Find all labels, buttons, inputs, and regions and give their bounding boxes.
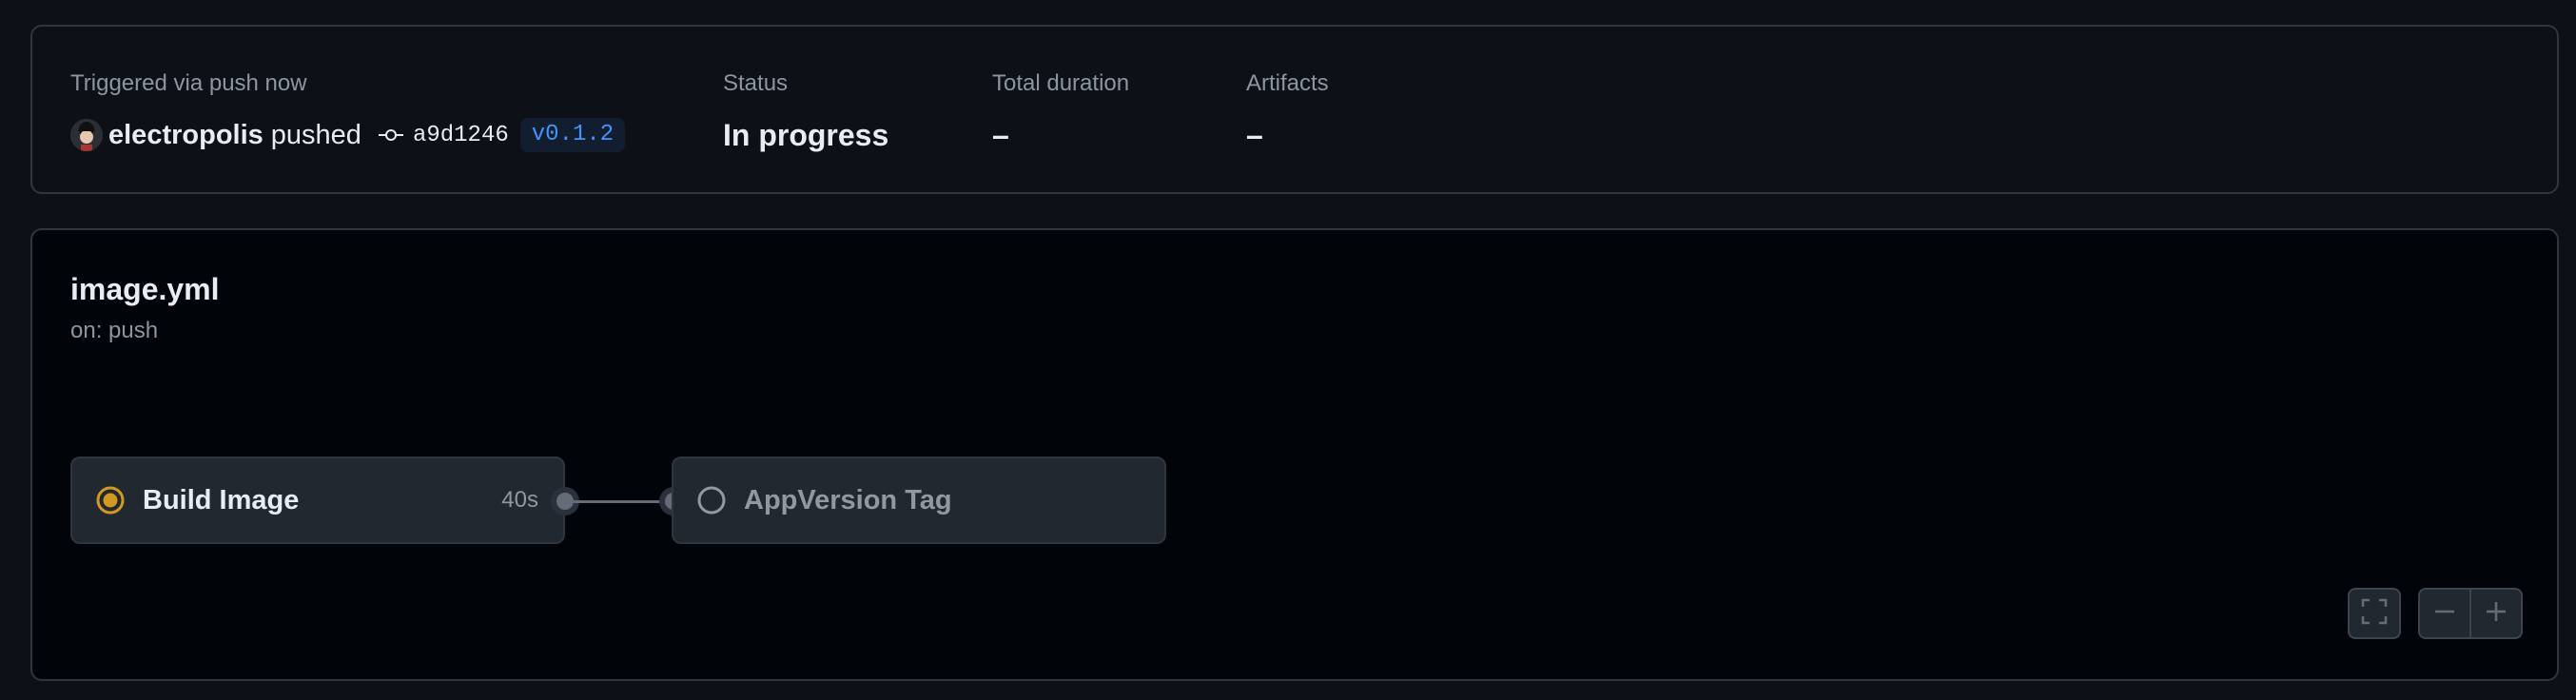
duration-value: –: [992, 118, 1009, 152]
zoom-in-icon: [2484, 599, 2508, 629]
zoom-in-button[interactable]: [2471, 590, 2521, 637]
zoom-out-button[interactable]: [2420, 590, 2469, 637]
job-build-image[interactable]: Build Image 40s: [70, 457, 565, 544]
workflow-file-name[interactable]: image.yml: [70, 272, 220, 307]
commit-sha-link[interactable]: a9d1246: [413, 123, 509, 148]
tag-badge[interactable]: v0.1.2: [519, 118, 626, 152]
job-duration: 40s: [501, 487, 538, 513]
push-info: electropolis pushed a9d1246 v0.1.2: [70, 116, 626, 154]
artifacts-value: –: [1246, 118, 1263, 152]
actor-link[interactable]: electropolis: [108, 120, 263, 151]
avatar[interactable]: [70, 119, 103, 151]
artifacts-label: Artifacts: [1246, 70, 1329, 96]
queued-icon: [696, 485, 727, 515]
duration-label: Total duration: [992, 70, 1130, 96]
job-connector: [574, 500, 665, 503]
workflow-graph-panel: image.yml on: push Build Image 40s AppVe…: [30, 228, 2559, 681]
status-label: Status: [723, 70, 789, 96]
job-appversion-tag[interactable]: AppVersion Tag: [672, 457, 1166, 544]
job-name: Build Image: [143, 484, 300, 515]
status-section: Status In progress: [723, 68, 888, 154]
workflow-trigger: on: push: [70, 318, 159, 343]
push-action-text: pushed: [270, 119, 361, 150]
job-output-port: [556, 493, 574, 510]
status-value: In progress: [723, 118, 889, 152]
fullscreen-icon: [2360, 597, 2389, 631]
trigger-section: Triggered via push now electropolis push…: [70, 68, 626, 154]
run-summary-panel: Triggered via push now electropolis push…: [30, 25, 2559, 194]
duration-section: Total duration –: [992, 68, 1129, 154]
in-progress-icon: [95, 485, 126, 515]
artifacts-section: Artifacts –: [1246, 68, 1329, 154]
git-commit-icon: [378, 127, 403, 143]
trigger-label: Triggered via push now: [70, 70, 307, 96]
zoom-out-icon: [2432, 599, 2457, 629]
zoom-controls: [2418, 588, 2523, 639]
fullscreen-button[interactable]: [2348, 588, 2401, 639]
job-name: AppVersion Tag: [744, 484, 952, 515]
